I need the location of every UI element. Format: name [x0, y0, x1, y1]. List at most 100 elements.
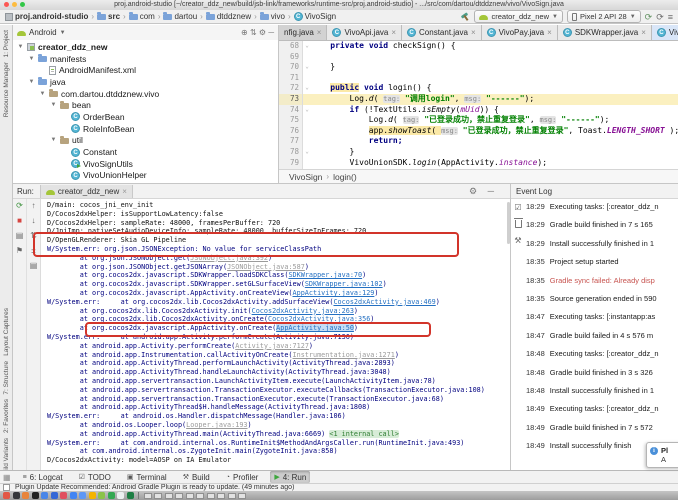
- dock-window-thumbnail[interactable]: [186, 493, 194, 499]
- tree-item-com.dartou.dtddznew.vivo[interactable]: ▼com.dartou.dtddznew.vivo: [13, 88, 278, 100]
- dock-app-icon[interactable]: [98, 492, 105, 499]
- expand-arrow-icon[interactable]: ▼: [39, 91, 46, 97]
- project-header-icon[interactable]: ⇅: [250, 28, 259, 37]
- stacktrace-link[interactable]: Instrumentation.java:1271: [293, 351, 395, 359]
- dock-window-thumbnail[interactable]: [217, 493, 225, 499]
- fold-marker-icon[interactable]: ⌄: [303, 105, 311, 116]
- tree-item-AndroidManifest.xml[interactable]: AndroidManifest.xml: [13, 64, 278, 76]
- expand-arrow-icon[interactable]: ▼: [50, 137, 57, 143]
- close-tab-icon[interactable]: ×: [547, 28, 552, 37]
- tree-item-java[interactable]: ▼java: [13, 76, 278, 88]
- fold-marker-icon[interactable]: ⌄: [303, 62, 311, 73]
- device-selector[interactable]: Pixel 2 API 28 ▼: [567, 10, 641, 23]
- close-run-tab-icon[interactable]: ×: [122, 187, 127, 196]
- toolwindow-button-TODO[interactable]: ☑TODO: [75, 471, 115, 483]
- tree-item-VivoSignUtils[interactable]: CVivoSignUtils: [13, 158, 278, 170]
- expand-arrow-icon[interactable]: ▼: [17, 44, 24, 50]
- chevron-down-icon[interactable]: ▼: [60, 30, 66, 36]
- expand-arrow-icon[interactable]: ▼: [28, 79, 35, 85]
- event-log-entry[interactable]: 18:29Gradle build finished in 7 s 165: [526, 217, 678, 235]
- dock-app-icon[interactable]: [127, 492, 134, 499]
- run-config-selector[interactable]: creator_ddz_new ▼: [474, 10, 563, 23]
- stacktrace-link[interactable]: Cocos2dxActivity.java:356: [268, 315, 370, 323]
- stacktrace-link[interactable]: AppActivity.java:129: [293, 289, 375, 297]
- dock-app-icon[interactable]: [60, 492, 67, 499]
- dock-app-icon[interactable]: [79, 492, 86, 499]
- toolwindow-button-Terminal[interactable]: ▣Terminal: [123, 471, 171, 483]
- dock-window-thumbnail[interactable]: [238, 493, 246, 499]
- toolwindow-stripe-7: Structure[interactable]: 7: Structure: [3, 361, 10, 395]
- editor-tab-Constant.java[interactable]: CConstant.java×: [402, 25, 482, 40]
- toolwindow-stripe-Layout Captures[interactable]: Layout Captures: [3, 308, 10, 356]
- toolwindow-stripe-1: Project[interactable]: 1: Project: [3, 30, 10, 57]
- status-message[interactable]: Plugin Update Recommended: Android Gradl…: [15, 484, 294, 491]
- expand-collapse-icon[interactable]: ±: [31, 247, 35, 255]
- pin-icon[interactable]: ⚑: [16, 247, 23, 255]
- tree-item-OrderBean[interactable]: COrderBean: [13, 111, 278, 123]
- event-log-entry[interactable]: 18:48Gradle build finished in 3 s 326: [526, 365, 678, 383]
- dock-app-icon[interactable]: [108, 492, 115, 499]
- dock-app-icon[interactable]: [70, 492, 77, 499]
- breadcrumb-class[interactable]: VivoSign: [289, 172, 322, 182]
- build-hammer-icon[interactable]: [460, 12, 470, 22]
- event-log-entry[interactable]: 18:29Executing tasks: [:creator_ddz_n: [526, 199, 678, 217]
- event-log-entry[interactable]: 18:35Project setup started: [526, 254, 678, 272]
- editor-tab-SDKWrapper.java[interactable]: CSDKWrapper.java×: [558, 25, 652, 40]
- next-occurrence-icon[interactable]: ↓: [32, 217, 36, 225]
- dock-window-thumbnail[interactable]: [144, 493, 152, 499]
- event-log-entry[interactable]: 18:35Gradle sync failed: Already disp: [526, 273, 678, 291]
- project-view-mode[interactable]: Android: [29, 28, 57, 37]
- close-window-button[interactable]: [4, 2, 9, 7]
- breadcrumb-item[interactable]: vivo: [260, 12, 285, 21]
- editor-tab-VivoSignUtils.java[interactable]: CVivoSignUtils.java×: [652, 25, 678, 40]
- project-header-icon[interactable]: ⚙: [259, 28, 268, 37]
- toolwindow-button-6: Logcat[interactable]: ≡6: Logcat: [19, 471, 67, 483]
- dock-app-icon[interactable]: [41, 492, 48, 499]
- event-log-entry[interactable]: 18:48Executing tasks: [:creator_ddz_n: [526, 346, 678, 364]
- stacktrace-link[interactable]: SDKWrapper.java:102: [305, 280, 383, 288]
- breadcrumb-method[interactable]: login(): [333, 172, 357, 182]
- stop-icon[interactable]: ■: [17, 217, 22, 225]
- rerun-icon[interactable]: ⟳: [16, 202, 23, 210]
- project-header-icon[interactable]: ⊕: [241, 28, 250, 37]
- event-log-entry[interactable]: 18:48Install successfully finished in 1: [526, 383, 678, 401]
- settings-checkbox-icon[interactable]: ☑: [514, 203, 521, 212]
- logcat-console[interactable]: D/main: cocos_jni_env_initD/Cocos2dxHelp…: [42, 199, 507, 470]
- dock-app-icon[interactable]: [22, 492, 29, 499]
- event-log-entry[interactable]: 18:35Source generation ended in 590: [526, 291, 678, 309]
- sync-project-icon[interactable]: ⟳: [656, 12, 664, 22]
- toolwindow-button-Profiler[interactable]: ◔Profiler: [222, 471, 263, 483]
- tree-item-creator_ddz_new[interactable]: ▼creator_ddz_new: [13, 41, 278, 53]
- toolwindow-button-Build[interactable]: ⚒Build: [179, 471, 214, 483]
- zoom-window-button[interactable]: [20, 2, 25, 7]
- toolwindow-stripe-Resource Manager[interactable]: Resource Manager: [3, 62, 10, 117]
- run-header-icon[interactable]: ⚙: [469, 186, 480, 196]
- stacktrace-link[interactable]: Looper.java:193: [186, 421, 247, 429]
- event-log-entry[interactable]: 18:49Executing tasks: [:creator_ddz_n: [526, 401, 678, 419]
- breadcrumb-item[interactable]: com: [129, 12, 155, 21]
- dock-window-thumbnail[interactable]: [207, 493, 215, 499]
- close-tab-icon[interactable]: ×: [641, 28, 646, 37]
- prev-occurrence-icon[interactable]: ↑: [32, 202, 36, 210]
- dock-app-icon[interactable]: [89, 492, 96, 499]
- stacktrace-link[interactable]: JSONObject.java:392: [190, 254, 268, 262]
- dock-app-icon[interactable]: [3, 492, 10, 499]
- run-icon[interactable]: ⟳: [645, 12, 653, 22]
- breadcrumb-item[interactable]: src: [97, 12, 120, 21]
- tree-item-VivoUnionHelper[interactable]: CVivoUnionHelper: [13, 170, 278, 182]
- soft-wraps-icon[interactable]: ⇅: [30, 232, 37, 240]
- run-header-icon[interactable]: ─: [488, 186, 494, 196]
- close-tab-icon[interactable]: ×: [391, 28, 396, 37]
- fold-marker-icon[interactable]: ⌄: [303, 147, 311, 158]
- breadcrumb-item[interactable]: dartou: [163, 12, 197, 21]
- dock-app-icon[interactable]: [32, 492, 39, 499]
- clear-all-icon[interactable]: [515, 220, 522, 228]
- tree-item-util[interactable]: ▼util: [13, 135, 278, 147]
- tree-item-RoleInfoBean[interactable]: CRoleInfoBean: [13, 123, 278, 135]
- stacktrace-link[interactable]: Activity.java:7127: [235, 342, 309, 350]
- fold-marker-icon[interactable]: ⌄: [303, 41, 311, 52]
- notification-popup[interactable]: i Pl A: [646, 442, 678, 468]
- wrench-icon[interactable]: ⚒: [514, 236, 521, 245]
- fold-marker-icon[interactable]: ⌄: [303, 83, 311, 94]
- dock-window-thumbnail[interactable]: [154, 493, 162, 499]
